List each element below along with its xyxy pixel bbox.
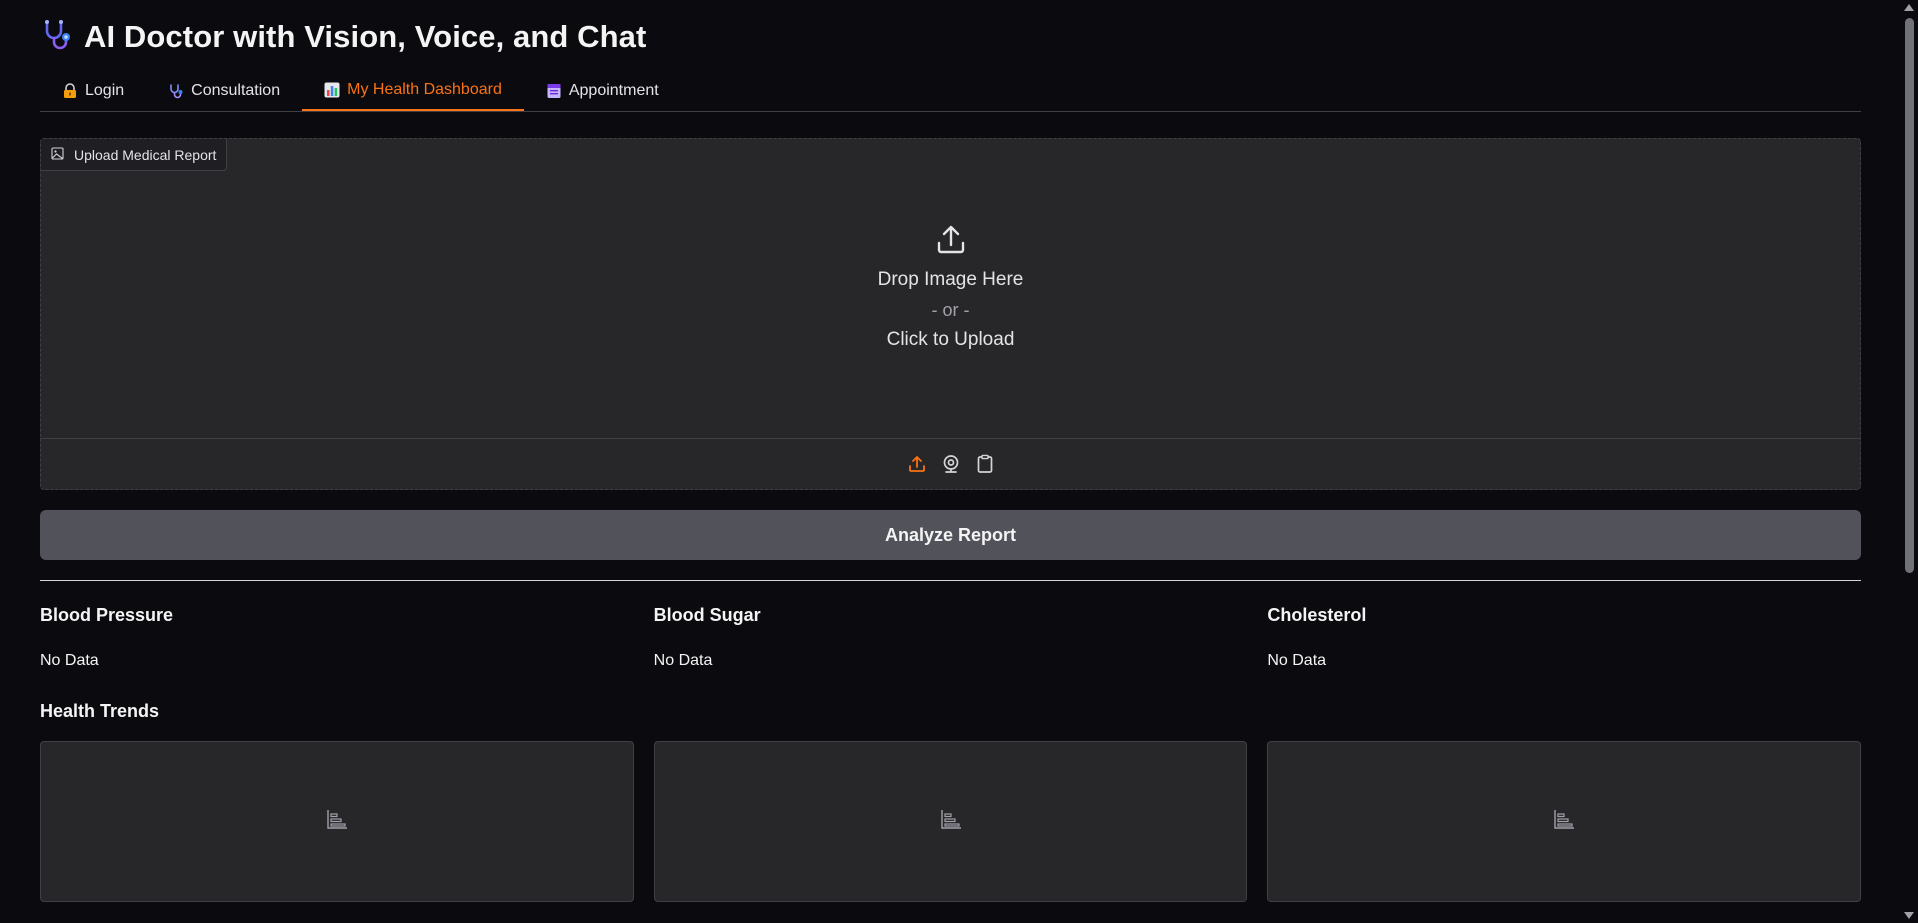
stethoscope-icon: [40, 18, 74, 57]
metric-blood-sugar: Blood Sugar No Data: [654, 603, 1248, 671]
clipboard-icon[interactable]: [974, 453, 996, 475]
tab-label: Appointment: [568, 82, 659, 99]
metric-blood-pressure: Blood Pressure No Data: [40, 603, 634, 671]
metric-cholesterol: Cholesterol No Data: [1267, 603, 1861, 671]
health-metrics: Blood Pressure No Data Blood Sugar No Da…: [40, 603, 1861, 671]
tab-consultation[interactable]: Consultation: [146, 71, 302, 111]
stethoscope-icon: [168, 83, 184, 99]
or-text: - or -: [931, 300, 970, 320]
metric-title: Blood Sugar: [653, 605, 761, 625]
upload-medical-report: Upload Medical Report Drop Image Here - …: [40, 138, 1861, 490]
metric-value: No Data: [1267, 652, 1327, 669]
tab-bar: Login Consultation My Health Dashboard A…: [40, 71, 1861, 112]
trend-plot-blood-pressure: [40, 741, 634, 902]
calendar-icon: [546, 83, 562, 99]
app-container: AI Doctor with Vision, Voice, and Chat L…: [40, 0, 1862, 902]
upload-icon[interactable]: [906, 453, 928, 475]
app-header: AI Doctor with Vision, Voice, and Chat: [40, 18, 1861, 56]
trend-plot-cholesterol: [1267, 741, 1862, 902]
page: AI Doctor with Vision, Voice, and Chat L…: [0, 0, 1918, 923]
webcam-icon[interactable]: [940, 453, 962, 475]
tab-label: Login: [85, 82, 125, 99]
tab-label: Consultation: [191, 82, 281, 99]
source-selector: [41, 438, 1860, 489]
metric-title: Blood Pressure: [40, 605, 174, 625]
metric-value: No Data: [40, 652, 99, 669]
health-trends-title: Health Trends: [40, 701, 160, 721]
scroll-up-arrow-icon[interactable]: [1904, 4, 1914, 11]
empty-plot-icon: [326, 808, 348, 835]
image-drop-zone[interactable]: Drop Image Here - or - Click to Upload: [41, 139, 1860, 439]
empty-plot-icon: [1553, 808, 1575, 835]
click-to-upload-text: Click to Upload: [886, 329, 1015, 350]
analyze-report-button[interactable]: Analyze Report: [40, 510, 1861, 560]
drop-text: Drop Image Here: [877, 269, 1024, 290]
app-title: AI Doctor with Vision, Voice, and Chat: [84, 19, 647, 54]
vertical-scrollbar[interactable]: [1900, 0, 1918, 923]
scroll-down-arrow-icon[interactable]: [1904, 912, 1914, 919]
health-trends-plots: [40, 741, 1862, 902]
tab-my-health-dashboard[interactable]: My Health Dashboard: [302, 71, 524, 111]
bar-chart-icon: [324, 82, 340, 98]
scrollbar-thumb[interactable]: [1905, 18, 1914, 573]
section-divider: [40, 580, 1861, 581]
lock-key-icon: [62, 83, 78, 99]
metric-value: No Data: [653, 652, 713, 669]
trend-plot-blood-sugar: [653, 741, 1248, 902]
empty-plot-icon: [940, 808, 962, 835]
tab-appointment[interactable]: Appointment: [524, 71, 681, 111]
metric-title: Cholesterol: [1267, 605, 1367, 625]
tab-login[interactable]: Login: [40, 71, 146, 111]
upload-icon: [935, 223, 967, 255]
tab-label: My Health Dashboard: [347, 81, 502, 98]
